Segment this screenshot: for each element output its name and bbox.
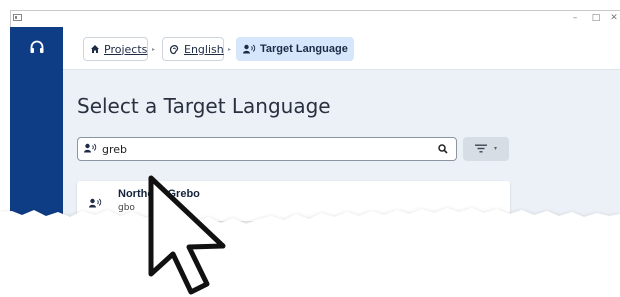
breadcrumb-projects-label: Projects bbox=[104, 42, 148, 56]
breadcrumb-english[interactable]: English bbox=[162, 37, 224, 61]
close-button[interactable]: ✕ bbox=[607, 12, 620, 24]
home-icon bbox=[91, 45, 99, 53]
sidebar bbox=[10, 27, 63, 217]
minimize-button[interactable]: – bbox=[568, 12, 582, 24]
hand-ear-icon bbox=[169, 44, 179, 54]
breadcrumb-separator: ▸ bbox=[152, 46, 156, 53]
search-input[interactable] bbox=[102, 140, 422, 158]
page-title: Select a Target Language bbox=[77, 94, 331, 118]
window-titlebar: – □ ✕ bbox=[10, 10, 620, 27]
torn-edge-overlay bbox=[0, 208, 620, 297]
filter-button[interactable]: ▾ bbox=[463, 137, 509, 161]
mouse-pointer-icon bbox=[148, 175, 226, 295]
app-icon bbox=[13, 14, 22, 21]
breadcrumb-projects[interactable]: Projects bbox=[83, 37, 148, 61]
breadcrumb-target-language[interactable]: Target Language bbox=[236, 37, 354, 61]
breadcrumb-english-label: English bbox=[184, 42, 224, 56]
search-icon[interactable] bbox=[438, 144, 448, 154]
chevron-down-icon: ▾ bbox=[494, 145, 498, 152]
breadcrumb: Projects ▸ English ▸ Target Language bbox=[63, 27, 620, 70]
breadcrumb-target-language-label: Target Language bbox=[260, 43, 348, 55]
breadcrumb-separator: ▸ bbox=[228, 46, 232, 53]
speaker-person-icon bbox=[243, 44, 256, 54]
maximize-button[interactable]: □ bbox=[589, 12, 603, 24]
filter-icon bbox=[475, 144, 487, 153]
headset-icon[interactable] bbox=[29, 39, 45, 55]
speaker-person-icon bbox=[84, 143, 97, 153]
language-search[interactable] bbox=[77, 137, 457, 161]
